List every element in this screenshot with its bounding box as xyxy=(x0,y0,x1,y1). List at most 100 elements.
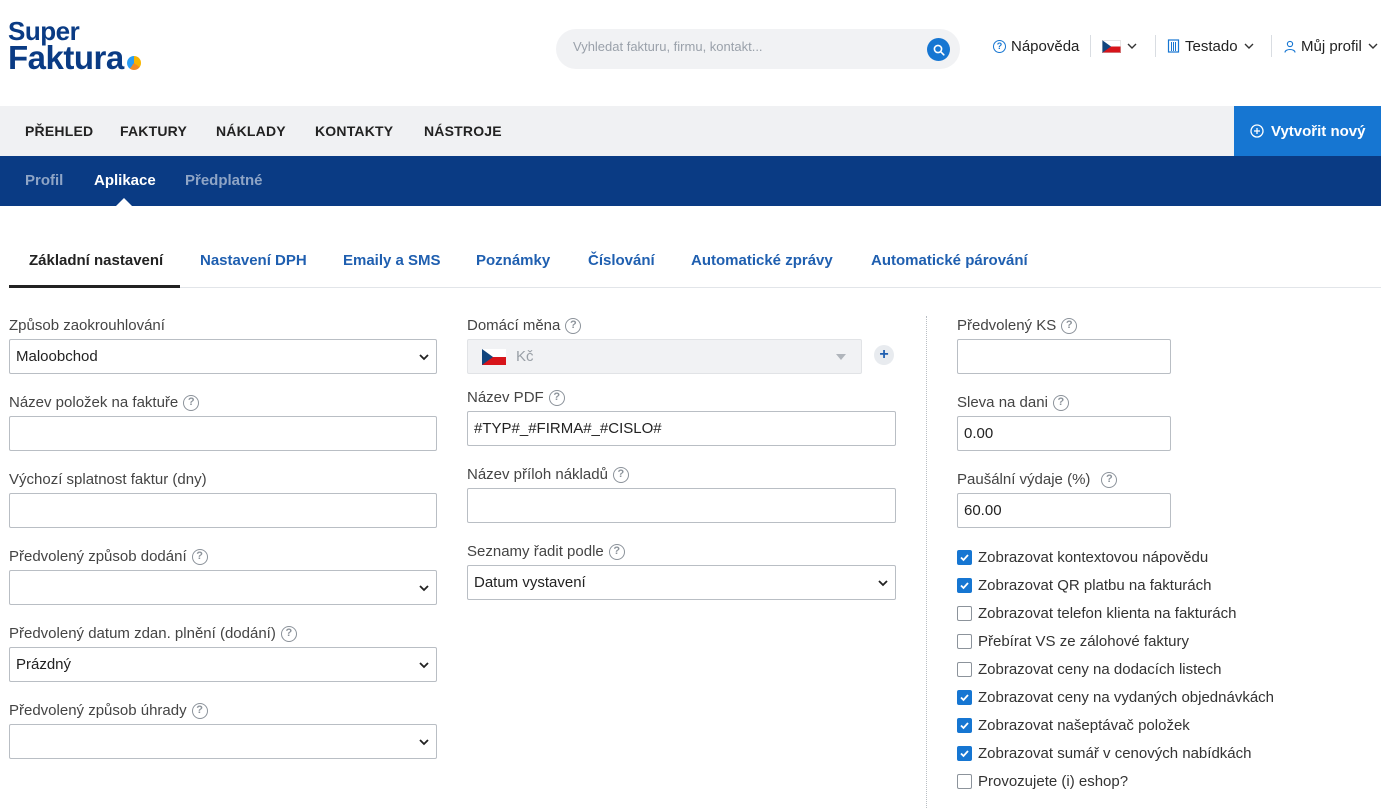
tab-automatic-matching[interactable]: Automatické párování xyxy=(871,252,1028,269)
chevron-down-icon xyxy=(1368,43,1378,49)
pdf-name-input[interactable]: #TYP#_#FIRMA#_#CISLO# xyxy=(467,411,896,446)
checkbox-label: Zobrazovat kontextovou nápovědu xyxy=(978,548,1209,566)
question-circle-icon[interactable]: ? xyxy=(183,394,200,411)
rounding-label-text: Způsob zaokrouhlování xyxy=(9,317,165,334)
rounding-label: Způsob zaokrouhlování xyxy=(9,317,165,334)
checkbox-qr-payment[interactable]: Zobrazovat QR platbu na fakturách xyxy=(957,575,1211,595)
checkbox-client-phone[interactable]: Zobrazovat telefon klienta na fakturách xyxy=(957,603,1237,623)
checkbox-label: Zobrazovat ceny na vydaných objednávkách xyxy=(978,688,1275,706)
question-circle-icon[interactable]: ? xyxy=(191,702,208,719)
tax-date-value: Prázdný xyxy=(16,656,72,673)
home-currency-value: Kč xyxy=(516,348,534,365)
due-days-input[interactable] xyxy=(9,493,437,528)
question-circle-icon[interactable]: ? xyxy=(565,317,582,334)
czech-flag-icon xyxy=(482,348,506,365)
tab-emails-sms[interactable]: Emaily a SMS xyxy=(343,252,441,269)
settings-tabs: Základní nastavení Nastavení DPH Emaily … xyxy=(9,233,1381,288)
search-bar xyxy=(556,29,960,69)
default-ks-input[interactable] xyxy=(957,339,1171,374)
question-circle-icon[interactable]: ? xyxy=(1052,394,1069,411)
checkbox-take-vs[interactable]: Přebírat VS ze zálohové faktury xyxy=(957,631,1189,651)
czech-flag-icon xyxy=(1102,39,1121,53)
question-circle-icon[interactable]: ? xyxy=(280,625,297,642)
checkbox-icon[interactable] xyxy=(957,633,972,649)
divider xyxy=(1090,35,1091,57)
checkbox-item-suggester[interactable]: Zobrazovat našeptávač položek xyxy=(957,715,1190,735)
checkbox-icon[interactable] xyxy=(957,717,972,733)
chevron-down-icon xyxy=(1244,43,1254,49)
checkbox-icon[interactable] xyxy=(957,745,972,761)
checkbox-context-help[interactable]: Zobrazovat kontextovou nápovědu xyxy=(957,547,1208,567)
check-icon xyxy=(960,749,969,757)
question-circle-icon[interactable]: ? xyxy=(608,543,625,560)
search-input[interactable] xyxy=(573,39,913,54)
settings-subnav: Profil Aplikace Předplatné xyxy=(0,156,1381,206)
tax-discount-input[interactable]: 0.00 xyxy=(957,416,1171,451)
delivery-method-select[interactable] xyxy=(9,570,437,605)
payment-method-label: Předvolený způsob úhrady ? xyxy=(9,702,208,719)
rounding-select[interactable]: Maloobchod xyxy=(9,339,437,374)
items-name-input[interactable] xyxy=(9,416,437,451)
check-icon xyxy=(960,721,969,729)
add-currency-button[interactable]: + xyxy=(874,345,894,365)
subnav-item-profile[interactable]: Profil xyxy=(25,172,63,189)
subnav-item-subscription[interactable]: Předplatné xyxy=(185,172,263,189)
payment-method-select[interactable] xyxy=(9,724,437,759)
caret-down-icon xyxy=(836,353,846,360)
checkbox-quote-summary[interactable]: Zobrazovat sumář v cenových nabídkách xyxy=(957,743,1251,763)
question-circle-icon[interactable]: ? xyxy=(1061,317,1078,334)
tab-vat-settings[interactable]: Nastavení DPH xyxy=(200,252,307,269)
tab-automatic-messages[interactable]: Automatické zprávy xyxy=(691,252,833,269)
attachments-name-input[interactable] xyxy=(467,488,896,523)
check-icon xyxy=(960,581,969,589)
column-divider xyxy=(926,316,927,808)
building-icon xyxy=(1167,39,1180,53)
pdf-name-label-text: Název PDF xyxy=(467,389,544,406)
question-circle-icon[interactable]: ? xyxy=(1101,471,1118,488)
checkbox-icon[interactable] xyxy=(957,689,972,705)
checkbox-prices-orders[interactable]: Zobrazovat ceny na vydaných objednávkách xyxy=(957,687,1274,707)
nav-item-tools[interactable]: NÁSTROJE xyxy=(424,123,502,139)
checkbox-label: Přebírat VS ze zálohové faktury xyxy=(978,632,1189,650)
tab-notes[interactable]: Poznámky xyxy=(476,252,550,269)
checkbox-label: Zobrazovat QR platbu na fakturách xyxy=(978,576,1212,594)
subnav-item-application[interactable]: Aplikace xyxy=(94,172,156,189)
delivery-method-label-text: Předvolený způsob dodání xyxy=(9,548,187,565)
flat-expenses-value: 60.00 xyxy=(964,502,1002,519)
tax-discount-label-text: Sleva na dani xyxy=(957,394,1048,411)
tab-basic-settings[interactable]: Základní nastavení xyxy=(29,252,163,269)
profile-menu[interactable]: Můj profil xyxy=(1284,38,1379,55)
company-selector[interactable]: Testado xyxy=(1167,38,1255,55)
nav-item-contacts[interactable]: KONTAKTY xyxy=(315,123,393,139)
question-circle-icon: ? xyxy=(993,39,1006,53)
checkbox-label: Zobrazovat telefon klienta na fakturách xyxy=(978,604,1237,622)
checkbox-icon[interactable] xyxy=(957,773,972,789)
question-circle-icon[interactable]: ? xyxy=(191,548,208,565)
tab-numbering[interactable]: Číslování xyxy=(588,252,655,269)
tax-date-select[interactable]: Prázdný xyxy=(9,647,437,682)
default-ks-label: Předvolený KS ? xyxy=(957,317,1078,334)
checkbox-eshop[interactable]: Provozujete (i) eshop? xyxy=(957,771,1128,791)
search-button[interactable] xyxy=(927,38,950,61)
checkbox-icon[interactable] xyxy=(957,549,972,565)
create-new-button[interactable]: Vytvořit nový xyxy=(1234,106,1381,156)
nav-item-invoices[interactable]: FAKTURY xyxy=(120,123,187,139)
question-circle-icon[interactable]: ? xyxy=(548,389,565,406)
checkbox-icon[interactable] xyxy=(957,661,972,677)
tax-discount-label: Sleva na dani ? xyxy=(957,394,1069,411)
company-name: Testado xyxy=(1185,37,1238,55)
nav-item-overview[interactable]: PŘEHLED xyxy=(25,123,93,139)
checkbox-icon[interactable] xyxy=(957,577,972,593)
nav-item-expenses[interactable]: NÁKLADY xyxy=(216,123,286,139)
flat-expenses-input[interactable]: 60.00 xyxy=(957,493,1171,528)
question-circle-icon[interactable]: ? xyxy=(612,466,629,483)
sort-lists-select[interactable]: Datum vystavení xyxy=(467,565,896,600)
checkbox-icon[interactable] xyxy=(957,605,972,621)
checkbox-prices-delivery-notes[interactable]: Zobrazovat ceny na dodacích listech xyxy=(957,659,1221,679)
help-link[interactable]: ? Nápověda xyxy=(993,38,1079,55)
flat-expenses-label: Paušální výdaje (%) ? xyxy=(957,471,1118,488)
superfaktura-logo[interactable]: Super Faktura xyxy=(8,18,141,74)
language-selector[interactable] xyxy=(1102,39,1138,53)
home-currency-select: Kč xyxy=(467,339,862,374)
logo-dot-icon xyxy=(126,56,141,70)
